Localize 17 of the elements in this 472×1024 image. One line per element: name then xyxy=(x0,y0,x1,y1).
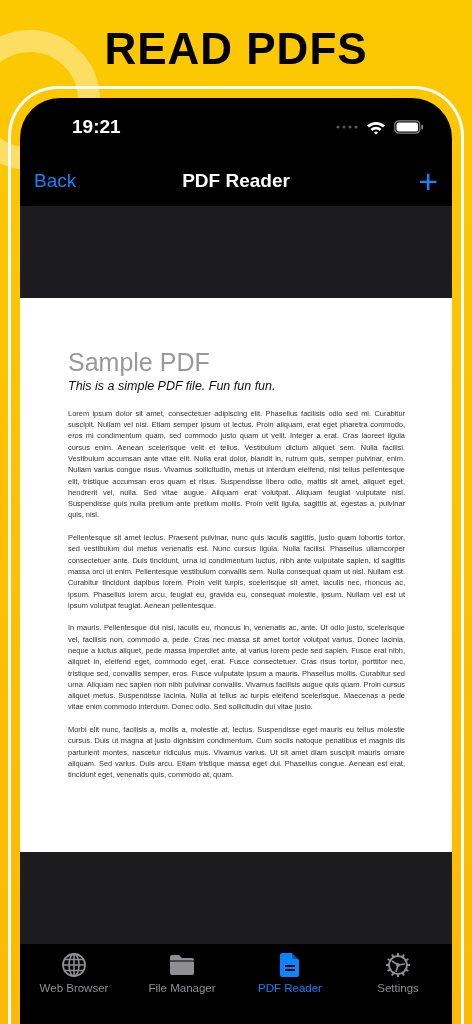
gear-icon xyxy=(385,952,411,978)
wifi-icon xyxy=(366,119,386,135)
globe-icon xyxy=(61,952,87,978)
banner-title: READ PDFS xyxy=(103,23,369,74)
status-time: 19:21 xyxy=(72,114,121,139)
back-button[interactable]: Back xyxy=(34,166,77,196)
document-title: Sample PDF xyxy=(68,350,211,375)
folder-icon xyxy=(169,952,195,978)
tab-item[interactable]: Settings xyxy=(344,952,452,1024)
document-subtitle: This is a simple PDF file. Fun fun fun. xyxy=(68,378,277,395)
battery-icon xyxy=(394,120,424,134)
tab-item[interactable]: Web Browser xyxy=(20,952,128,1024)
tab-item[interactable]: File Manager xyxy=(128,952,236,1024)
signal-dots-icon xyxy=(336,125,358,129)
tab-item[interactable]: PDF Reader xyxy=(236,952,344,1024)
add-button[interactable]: + xyxy=(418,164,438,198)
nav-title: PDF Reader xyxy=(182,168,290,193)
